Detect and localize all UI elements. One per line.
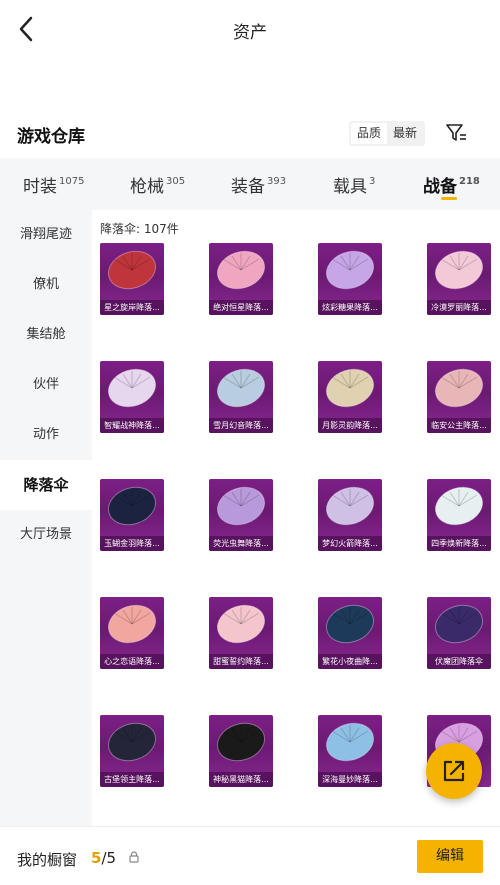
tab-vehicles[interactable]: 载具 3: [333, 172, 375, 197]
parachute-item-card[interactable]: 神秘黑猫降落...: [209, 715, 273, 787]
parachute-item-name: 冷漠罗丽降落...: [427, 300, 491, 315]
active-tab-indicator: [441, 197, 457, 200]
showcase-count: 5/5: [91, 849, 117, 867]
parachute-thumbnail-icon: [326, 722, 374, 762]
parachute-thumbnail-icon: [217, 722, 265, 762]
parachute-item-card[interactable]: 绝对恒星降落...: [209, 243, 273, 315]
sidebar-item-wingman[interactable]: 僚机: [0, 260, 92, 310]
parachute-thumbnail-icon: [435, 250, 483, 290]
tab-firearms[interactable]: 枪械 305: [130, 172, 185, 197]
parachute-thumbnail-icon: [435, 368, 483, 408]
edit-button[interactable]: 编辑: [417, 840, 483, 873]
parachute-thumbnail-icon: [326, 250, 374, 290]
sort-quality-option[interactable]: 品质: [351, 123, 388, 144]
parachute-item-card[interactable]: 伏魔团降落伞: [427, 597, 491, 669]
parachute-item-card[interactable]: 梦幻火箭降落...: [318, 479, 382, 551]
showcase-bar: 我的橱窗 5/5 编辑: [0, 826, 500, 885]
share-icon: [443, 760, 465, 782]
sidebar-item-lobby-scene[interactable]: 大厅场景: [0, 510, 92, 560]
parachute-item-name: 炫彩糖果降落...: [318, 300, 382, 315]
parachute-item-name: 古堡领主降落...: [100, 772, 164, 787]
parachute-item-card[interactable]: 雪月幻音降落...: [209, 361, 273, 433]
parachute-item-name: 月影灵韵降落...: [318, 418, 382, 433]
parachute-thumbnail-icon: [435, 604, 483, 644]
parachute-item-name: 心之恋语降落...: [100, 654, 164, 669]
sidebar-item-glide-trail[interactable]: 滑翔尾迹: [0, 210, 92, 260]
filter-icon: [446, 124, 466, 141]
parachute-item-card[interactable]: 星之旋岸降落...: [100, 243, 164, 315]
parachute-item-name: 星之旋岸降落...: [100, 300, 164, 315]
subcategory-sidebar: 滑翔尾迹 僚机 集结舱 伙伴 动作 降落伞 大厅场景: [0, 210, 92, 826]
parachute-item-card[interactable]: 临安公主降落...: [427, 361, 491, 433]
lock-icon: [129, 851, 139, 863]
parachute-thumbnail-icon: [326, 604, 374, 644]
item-count-label: 降落伞: 107件: [100, 222, 179, 236]
parachute-thumbnail-icon: [217, 486, 265, 526]
tab-equipment[interactable]: 装备 393: [231, 172, 286, 197]
sidebar-item-parachute[interactable]: 降落伞: [0, 460, 92, 510]
parachute-item-card[interactable]: 炫彩糖果降落...: [318, 243, 382, 315]
parachute-thumbnail-icon: [217, 368, 265, 408]
parachute-item-name: 四季焕新降落...: [427, 536, 491, 551]
parachute-item-card[interactable]: 深海曼妙降落...: [318, 715, 382, 787]
parachute-item-card[interactable]: 智耀战神降落...: [100, 361, 164, 433]
parachute-item-name: 梦幻火箭降落...: [318, 536, 382, 551]
parachute-item-card[interactable]: 繁花小夜曲降...: [318, 597, 382, 669]
parachute-item-name: 繁花小夜曲降...: [318, 654, 382, 669]
tab-fashion[interactable]: 时装 1075: [23, 172, 84, 197]
parachute-item-card[interactable]: 甜蜜誓约降落...: [209, 597, 273, 669]
sort-newest-option[interactable]: 最新: [387, 123, 423, 144]
parachute-thumbnail-icon: [108, 604, 156, 644]
parachute-item-name: 智耀战神降落...: [100, 418, 164, 433]
parachute-thumbnail-icon: [108, 368, 156, 408]
parachute-item-name: 绝对恒星降落...: [209, 300, 273, 315]
parachute-item-name: 荧光虫舞降落...: [209, 536, 273, 551]
sidebar-item-emote[interactable]: 动作: [0, 410, 92, 460]
sidebar-item-companion[interactable]: 伙伴: [0, 360, 92, 410]
parachute-thumbnail-icon: [217, 250, 265, 290]
parachute-item-card[interactable]: 玉蝴金羽降落...: [100, 479, 164, 551]
parachute-thumbnail-icon: [435, 486, 483, 526]
parachute-item-name: 神秘黑猫降落...: [209, 772, 273, 787]
parachute-thumbnail-icon: [108, 722, 156, 762]
warehouse-title: 游戏仓库: [17, 127, 85, 147]
parachute-item-name: 伏魔团降落伞: [427, 654, 491, 669]
parachute-item-card[interactable]: 冷漠罗丽降落...: [427, 243, 491, 315]
tab-battle-prep[interactable]: 战备 218: [423, 172, 480, 197]
parachute-item-card[interactable]: 四季焕新降落...: [427, 479, 491, 551]
share-button[interactable]: [426, 743, 482, 799]
parachute-item-name: 临安公主降落...: [427, 418, 491, 433]
showcase-label: 我的橱窗: [17, 851, 78, 869]
top-bar: 资产: [0, 0, 500, 58]
parachute-thumbnail-icon: [326, 486, 374, 526]
parachute-item-name: 玉蝴金羽降落...: [100, 536, 164, 551]
parachute-thumbnail-icon: [108, 486, 156, 526]
page-title: 资产: [233, 23, 267, 43]
filter-button[interactable]: [443, 120, 469, 146]
parachute-item-card[interactable]: 心之恋语降落...: [100, 597, 164, 669]
item-grid-panel: 降落伞: 107件 星之旋岸降落... 绝对恒星降落... 炫彩糖果降落... 冷漠罗…: [92, 210, 500, 826]
parachute-thumbnail-icon: [326, 368, 374, 408]
parachute-item-name: 深海曼妙降落...: [318, 772, 382, 787]
parachute-thumbnail-icon: [217, 604, 265, 644]
parachute-item-name: 雪月幻音降落...: [209, 418, 273, 433]
parachute-thumbnail-icon: [108, 250, 156, 290]
parachute-item-name: 甜蜜誓约降落...: [209, 654, 273, 669]
category-tabs: 时装 1075 枪械 305 装备 393 载具 3 战备 218: [0, 158, 500, 210]
parachute-item-card[interactable]: 古堡领主降落...: [100, 715, 164, 787]
parachute-item-card[interactable]: 月影灵韵降落...: [318, 361, 382, 433]
parachute-item-card[interactable]: 荧光虫舞降落...: [209, 479, 273, 551]
sort-toggle: 品质 最新: [349, 121, 426, 146]
sidebar-item-assembly-pod[interactable]: 集结舱: [0, 310, 92, 360]
